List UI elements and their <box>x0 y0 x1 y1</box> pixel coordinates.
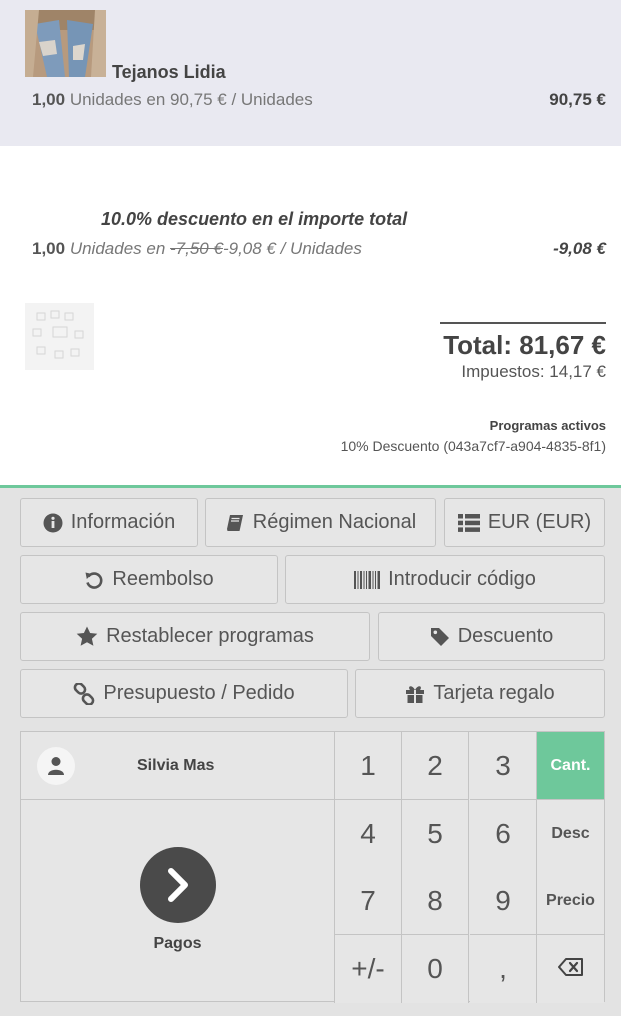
gift-card-button[interactable]: Tarjeta regalo <box>355 669 605 718</box>
payment-label: Pagos <box>153 935 202 952</box>
info-icon <box>43 513 63 533</box>
reset-programs-button[interactable]: Restablecer programas <box>20 612 370 661</box>
numpad-key-3[interactable]: 3 <box>470 732 537 800</box>
line-price: 90,75 € <box>549 90 606 109</box>
quotation-order-label: Presupuesto / Pedido <box>103 682 295 704</box>
line-quantity: 1,00 <box>32 90 66 109</box>
user-icon <box>37 746 75 785</box>
numpad-key-plus-minus[interactable]: +/- <box>335 935 402 1003</box>
tag-icon <box>430 627 450 647</box>
enter-code-button[interactable]: Introducir código <box>285 555 605 604</box>
info-button-label: Información <box>70 511 176 533</box>
order-taxes: Impuestos: 14,17 € <box>461 362 606 381</box>
customer-name: Silvia Mas <box>137 756 215 774</box>
numpad-key-9[interactable]: 9 <box>470 867 537 935</box>
star-icon <box>76 626 98 647</box>
numpad-key-4[interactable]: 4 <box>335 800 402 868</box>
gift-icon <box>405 684 425 704</box>
reset-programs-label: Restablecer programas <box>106 625 314 647</box>
line-unit-prefix: Unidades en <box>69 239 171 258</box>
chevron-right-icon <box>139 847 216 923</box>
refund-label: Reembolso <box>112 568 214 590</box>
numpad-key-1[interactable]: 1 <box>335 732 402 800</box>
line-price: -9,08 € <box>553 239 606 258</box>
numpad-key-6[interactable]: 6 <box>470 800 537 868</box>
refund-button[interactable]: Reembolso <box>20 555 278 604</box>
product-image <box>25 10 106 77</box>
link-icon <box>73 682 95 705</box>
discount-line-name: 10.0% descuento en el importe total <box>101 209 408 229</box>
total-divider <box>440 322 606 324</box>
info-button[interactable]: Información <box>20 498 198 547</box>
customer-button[interactable]: Silvia Mas <box>21 732 335 800</box>
undo-icon <box>84 570 104 590</box>
mode-price-button[interactable]: Precio <box>537 867 604 935</box>
barcode-icon <box>354 570 381 589</box>
fiscal-position-label: Régimen Nacional <box>252 511 417 533</box>
discount-label: Descuento <box>457 625 554 647</box>
payment-button[interactable]: Pagos <box>21 800 335 1003</box>
fiscal-position-button[interactable]: Régimen Nacional <box>205 498 436 547</box>
numpad-key-7[interactable]: 7 <box>335 867 402 935</box>
line-unit-suffix: -9,08 € / Unidades <box>222 239 362 258</box>
pricelist-button[interactable]: EUR (EUR) <box>444 498 605 547</box>
active-programs-title: Programas activos <box>489 418 606 433</box>
orderline-discount[interactable]: 10.0% descuento en el importe total 1,00… <box>0 146 621 370</box>
placeholder-image <box>25 303 94 370</box>
numpad-key-2[interactable]: 2 <box>402 732 469 800</box>
discount-button[interactable]: Descuento <box>378 612 605 661</box>
backspace-button[interactable] <box>537 935 604 1003</box>
enter-code-label: Introducir código <box>388 568 536 590</box>
backspace-icon <box>557 957 584 981</box>
numpad-key-8[interactable]: 8 <box>402 867 469 935</box>
line-old-price: -7,50 € <box>170 239 223 258</box>
order-total: Total: 81,67 € <box>443 330 606 360</box>
list-icon <box>457 513 480 532</box>
numpad-key-0[interactable]: 0 <box>402 935 469 1003</box>
mode-discount-button[interactable]: Desc <box>537 800 604 868</box>
control-panel: Información Régimen Nacional EUR (EUR) R… <box>0 485 621 1016</box>
line-quantity-info: 1,00 Unidades en -7,50 €-9,08 € / Unidad… <box>32 239 362 259</box>
book-icon <box>225 513 245 533</box>
numpad-key-5[interactable]: 5 <box>402 800 469 868</box>
product-name: Tejanos Lidia <box>112 62 226 82</box>
quotation-order-button[interactable]: Presupuesto / Pedido <box>20 669 348 718</box>
line-quantity: 1,00 <box>32 239 66 258</box>
line-unit-text: Unidades en 90,75 € / Unidades <box>69 90 313 109</box>
numpad-key-decimal[interactable]: , <box>470 935 537 1003</box>
gift-card-label: Tarjeta regalo <box>433 682 555 704</box>
mode-quantity-button[interactable]: Cant. <box>537 732 604 800</box>
line-quantity-info: 1,00 Unidades en 90,75 € / Unidades <box>32 90 313 110</box>
orderline-selected[interactable]: Tejanos Lidia 1,00 Unidades en 90,75 € /… <box>0 0 621 146</box>
pricelist-label: EUR (EUR) <box>487 511 592 533</box>
active-program-item: 10% Descuento (043a7cf7-a904-4835-8f1) <box>340 438 606 454</box>
numpad-area: Silvia Mas Pagos 1 2 3 4 5 6 7 8 9 +/- 0… <box>20 731 605 1003</box>
